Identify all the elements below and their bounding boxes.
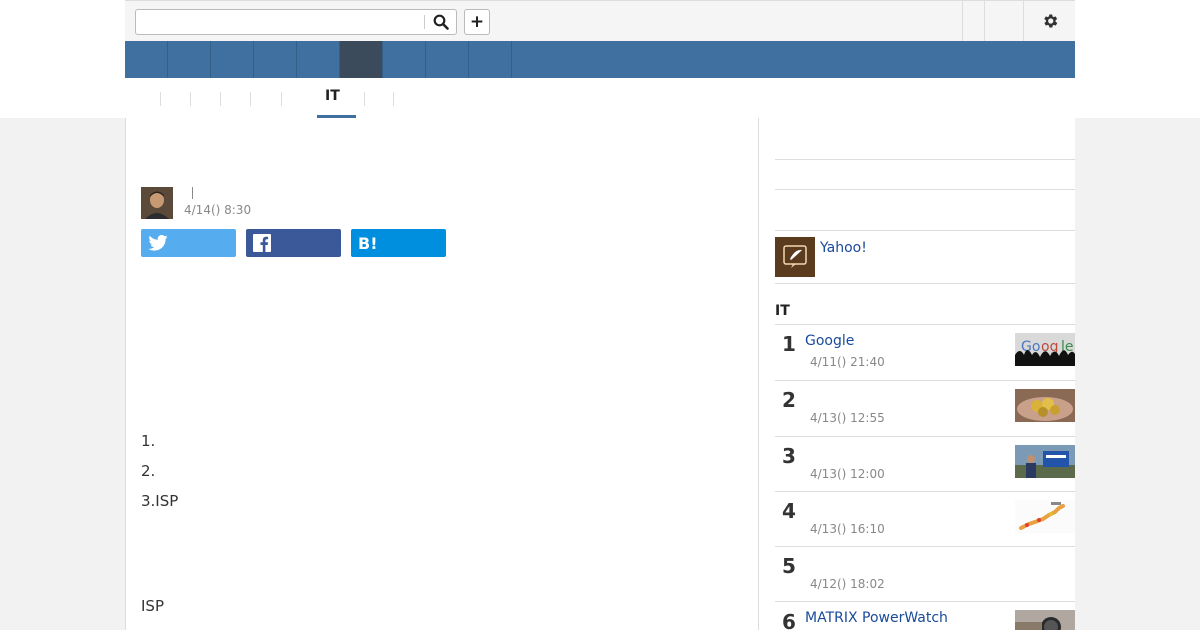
- sidebar-divider: [775, 230, 1075, 231]
- nav-item-1[interactable]: [125, 41, 168, 78]
- subnav-divider: [281, 92, 282, 106]
- author-separator: [192, 187, 193, 199]
- ranking-heading: IT: [775, 303, 790, 319]
- rank-number: 5: [782, 554, 796, 578]
- settings-button[interactable]: [1023, 1, 1075, 41]
- subnav-divider: [190, 92, 191, 106]
- header-slot-2[interactable]: [984, 1, 1023, 41]
- facebook-share-button[interactable]: [246, 229, 341, 257]
- feather-icon: [783, 245, 807, 268]
- article-list-item-2: 2.: [141, 462, 156, 480]
- nav-item-8[interactable]: [469, 41, 512, 78]
- sidebar-divider: [775, 189, 1075, 190]
- facebook-icon: [253, 234, 271, 252]
- article-timestamp: 4/14() 8:30: [184, 203, 252, 217]
- rank-number: 1: [782, 332, 796, 356]
- subnav-divider: [160, 92, 161, 106]
- nav-item-4[interactable]: [254, 41, 297, 78]
- hatena-bookmark-button[interactable]: B!: [351, 229, 446, 257]
- gear-icon: [1043, 14, 1057, 28]
- subnav-divider: [220, 92, 221, 106]
- yahoo-news-icon[interactable]: [775, 237, 815, 277]
- coins-in-hand-thumbnail-icon: [1015, 389, 1075, 422]
- rank-number: 4: [782, 499, 796, 523]
- ranking-item[interactable]: 2 4/13() 12:55: [775, 380, 1075, 436]
- search-divider: [424, 15, 425, 29]
- ranking-item[interactable]: 3 4/13() 12:00: [775, 436, 1075, 492]
- search-input[interactable]: [136, 10, 424, 34]
- search-icon: [433, 14, 449, 30]
- smartwatch-thumbnail-icon: [1015, 610, 1075, 630]
- subnav-divider: [250, 92, 251, 106]
- nav-item-2[interactable]: [168, 41, 211, 78]
- rank-number: 6: [782, 610, 796, 630]
- rank-date: 4/12() 18:02: [810, 577, 885, 591]
- search-button[interactable]: [428, 11, 454, 33]
- ranking-item[interactable]: 6 MATRIX PowerWatch: [775, 601, 1075, 630]
- author-photo-icon: [141, 187, 173, 219]
- nav-item-7[interactable]: [426, 41, 469, 78]
- nav-item-6[interactable]: [383, 41, 426, 78]
- rank-title[interactable]: MATRIX PowerWatch: [805, 610, 948, 626]
- subnav-divider: [393, 92, 394, 106]
- nav-item-3[interactable]: [211, 41, 254, 78]
- rank-number: 2: [782, 388, 796, 412]
- yahoo-link[interactable]: Yahoo!: [820, 240, 867, 256]
- add-button[interactable]: +: [464, 9, 490, 35]
- main-nav: [125, 41, 1075, 78]
- sidebar-divider: [775, 283, 1075, 284]
- subnav-item-it[interactable]: IT: [325, 88, 340, 110]
- nav-item-5[interactable]: [297, 41, 340, 78]
- ranking-item[interactable]: 4 4/13() 16:10: [775, 491, 1075, 547]
- ranking-item[interactable]: 1 Google 4/11() 21:40 Go og le: [775, 324, 1075, 380]
- article-paragraph: ISP: [141, 597, 164, 615]
- subnav-divider: [364, 92, 365, 106]
- article-list-item-1: 1.: [141, 432, 156, 450]
- rank-date: 4/13() 16:10: [810, 522, 885, 536]
- rank-title[interactable]: Google: [805, 333, 854, 349]
- rank-date: 4/13() 12:00: [810, 467, 885, 481]
- japan-map-thumbnail-icon: [1015, 500, 1075, 533]
- ranking-item[interactable]: 5 4/12() 18:02: [775, 546, 1075, 602]
- hatena-bookmark-icon: B!: [358, 233, 378, 253]
- plus-icon: +: [469, 12, 485, 32]
- article: 4/14() 8:30 B! 1. 2. 3.ISP ISP: [125, 118, 759, 630]
- google-crowd-thumbnail-icon: Go og le: [1015, 333, 1075, 366]
- rank-number: 3: [782, 444, 796, 468]
- svg-text:Go: Go: [1021, 339, 1040, 355]
- header-slot-1[interactable]: [962, 1, 984, 41]
- search-box: [135, 9, 457, 35]
- article-list-item-3: 3.ISP: [141, 492, 179, 510]
- rank-date: 4/13() 12:55: [810, 411, 885, 425]
- person-with-sign-thumbnail-icon: [1015, 445, 1075, 478]
- sidebar: Yahoo! IT 1 Google 4/11() 21:40 Go og le…: [759, 118, 1075, 630]
- nav-item-active[interactable]: [340, 41, 383, 78]
- sidebar-divider: [775, 159, 1075, 160]
- twitter-icon: [148, 235, 168, 251]
- rank-date: 4/11() 21:40: [810, 355, 885, 369]
- author-avatar[interactable]: [141, 187, 173, 219]
- search-bar: +: [125, 0, 1075, 41]
- twitter-share-button[interactable]: [141, 229, 236, 257]
